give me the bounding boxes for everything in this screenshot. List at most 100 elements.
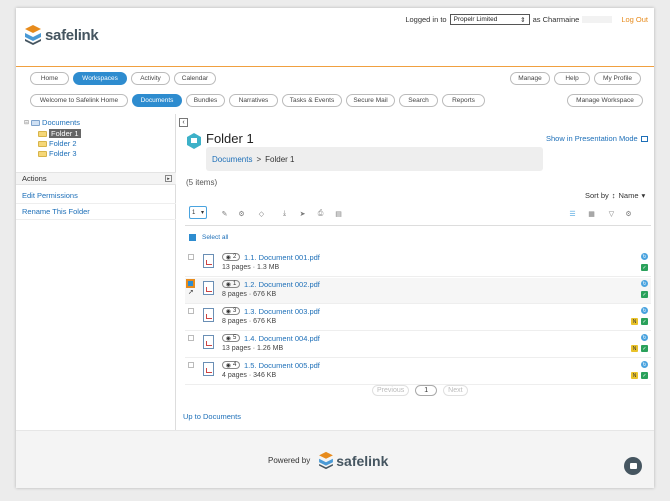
presentation-icon — [640, 135, 648, 142]
tab-welcome[interactable]: Welcome to Safelink Home — [30, 94, 128, 107]
table-row[interactable]: ◉ 2 1.1. Document 001.pdf 13 pages · 1.3 … — [185, 251, 651, 277]
gear-icon[interactable]: ⚙ — [237, 209, 246, 218]
row-checkbox[interactable] — [188, 362, 194, 368]
help-button[interactable]: Help — [554, 72, 590, 85]
send-icon[interactable]: ➤ — [298, 209, 307, 218]
share-icon[interactable]: ↻ — [641, 253, 648, 260]
select-all-checkbox[interactable] — [189, 234, 196, 241]
my-profile-button[interactable]: My Profile — [594, 72, 641, 85]
chat-button[interactable] — [624, 457, 642, 475]
tree-item-folder-1[interactable]: Folder 1 — [38, 129, 81, 138]
share-icon[interactable]: ↻ — [641, 280, 648, 287]
file-size: 346 KB — [253, 372, 277, 379]
share-icon[interactable]: ↻ — [641, 334, 648, 341]
version-badge[interactable]: ◉ 1 — [222, 280, 240, 288]
edit-permissions-link[interactable]: Edit Permissions — [22, 191, 78, 200]
page-select[interactable]: 1 ▾ — [189, 206, 207, 219]
row-checkbox[interactable] — [188, 254, 194, 260]
collapse-panel-icon[interactable]: ▸ — [165, 175, 172, 182]
nav-calendar[interactable]: Calendar — [174, 72, 216, 85]
select-all-control[interactable]: Select all — [189, 234, 228, 241]
logged-in-label: Logged in to — [405, 15, 447, 24]
presentation-mode-link[interactable]: Show in Presentation Mode — [546, 134, 648, 143]
tab-narratives[interactable]: Narratives — [229, 94, 278, 107]
collapse-sidebar-icon[interactable]: ‹ — [179, 118, 188, 127]
page-count: 4 pages — [222, 372, 247, 379]
move-icon[interactable]: ▤ — [334, 209, 343, 218]
file-link[interactable]: 1.3. Document 003.pdf — [244, 307, 320, 316]
previous-page-button[interactable]: Previous — [372, 385, 410, 396]
row-checkbox[interactable] — [188, 308, 194, 314]
file-meta: 8 pages · 676 KB — [222, 318, 277, 325]
nav-workspaces[interactable]: Workspaces — [73, 72, 127, 85]
nav-activity[interactable]: Activity — [131, 72, 170, 85]
tree-item-folder-3[interactable]: Folder 3 — [38, 149, 77, 158]
tree-root-label: Documents — [42, 118, 80, 127]
tab-bundles[interactable]: Bundles — [186, 94, 225, 107]
file-link[interactable]: 1.1. Document 001.pdf — [244, 253, 320, 262]
file-size: 676 KB — [253, 318, 277, 325]
tag-icon[interactable]: ◇ — [257, 209, 266, 218]
org-select[interactable]: Propelr Limited ⇕ — [449, 14, 530, 25]
share-icon[interactable]: ↻ — [641, 361, 648, 368]
table-row[interactable]: ◉ 3 1.3. Document 003.pdf 8 pages · 676 K… — [185, 305, 651, 331]
nav-home[interactable]: Home — [30, 72, 69, 85]
item-count: (5 items) — [186, 178, 218, 187]
version-badge[interactable]: ◉ 5 — [222, 334, 240, 342]
file-meta: 13 pages · 1.3 MB — [222, 264, 280, 271]
version-badge[interactable]: ◉ 4 — [222, 361, 240, 369]
breadcrumb: Documents > Folder 1 — [206, 147, 543, 171]
version-badge[interactable]: ◉ 2 — [222, 253, 240, 261]
download-icon[interactable]: ⤓ — [280, 209, 289, 218]
collapse-icon[interactable]: ⊟ — [24, 119, 29, 126]
powered-by-label: Powered by — [268, 456, 311, 465]
file-meta: 4 pages · 346 KB — [222, 372, 277, 379]
logout-link[interactable]: Log Out — [621, 15, 648, 24]
header-divider — [16, 66, 654, 67]
pdf-file-icon — [203, 335, 214, 349]
pdf-file-icon — [203, 254, 214, 268]
file-link[interactable]: 1.4. Document 004.pdf — [244, 334, 320, 343]
tab-documents[interactable]: Documents — [132, 94, 182, 107]
table-row[interactable]: ➚ ◉ 1 1.2. Document 002.pdf 8 pages · 676… — [185, 278, 651, 304]
filter-icon[interactable]: ▽ — [607, 209, 616, 218]
row-checkbox[interactable] — [186, 279, 195, 288]
approved-icon: ✓ — [641, 291, 648, 298]
table-row[interactable]: ◉ 4 1.5. Document 005.pdf 4 pages · 346 K… — [185, 359, 651, 385]
actions-header: Actions ▸ — [16, 172, 176, 185]
rename-folder-link[interactable]: Rename This Folder — [22, 207, 90, 216]
version-number: 3 — [232, 308, 237, 314]
row-checkbox[interactable] — [188, 335, 194, 341]
tab-tasks-events[interactable]: Tasks & Events — [282, 94, 342, 107]
share-icon[interactable]: ↻ — [641, 307, 648, 314]
version-badge[interactable]: ◉ 3 — [222, 307, 240, 315]
tab-secure-mail[interactable]: Secure Mail — [346, 94, 395, 107]
version-number: 2 — [232, 254, 237, 260]
manage-button[interactable]: Manage — [510, 72, 550, 85]
settings-icon[interactable]: ⚙ — [624, 209, 633, 218]
pencil-icon[interactable]: ✎ — [220, 209, 229, 218]
print-icon[interactable]: ⎙ — [316, 209, 325, 218]
file-link[interactable]: 1.5. Document 005.pdf — [244, 361, 320, 370]
tab-search[interactable]: Search — [399, 94, 438, 107]
logo[interactable]: safelink — [24, 24, 99, 46]
next-page-button[interactable]: Next — [443, 385, 468, 396]
note-icon[interactable]: N — [631, 318, 638, 325]
note-icon[interactable]: N — [631, 345, 638, 352]
table-row[interactable]: ◉ 5 1.4. Document 004.pdf 13 pages · 1.26… — [185, 332, 651, 358]
tree-item-folder-2[interactable]: Folder 2 — [38, 139, 77, 148]
tree-root[interactable]: ⊟ Documents — [24, 118, 80, 127]
approved-icon: ✓ — [641, 264, 648, 271]
manage-workspace-button[interactable]: Manage Workspace — [567, 94, 643, 107]
pdf-file-icon — [203, 281, 214, 295]
current-page[interactable]: 1 — [415, 385, 438, 396]
file-link[interactable]: 1.2. Document 002.pdf — [244, 280, 320, 289]
up-to-documents-link[interactable]: Up to Documents — [183, 412, 241, 421]
breadcrumb-documents[interactable]: Documents — [212, 155, 252, 164]
grid-view-icon[interactable]: ▦ — [587, 209, 596, 218]
sort-control[interactable]: Sort by ↕ Name ▾ — [585, 191, 645, 200]
tab-reports[interactable]: Reports — [442, 94, 485, 107]
divider — [16, 219, 176, 220]
note-icon[interactable]: N — [631, 372, 638, 379]
list-view-icon[interactable]: ☰ — [568, 209, 577, 218]
